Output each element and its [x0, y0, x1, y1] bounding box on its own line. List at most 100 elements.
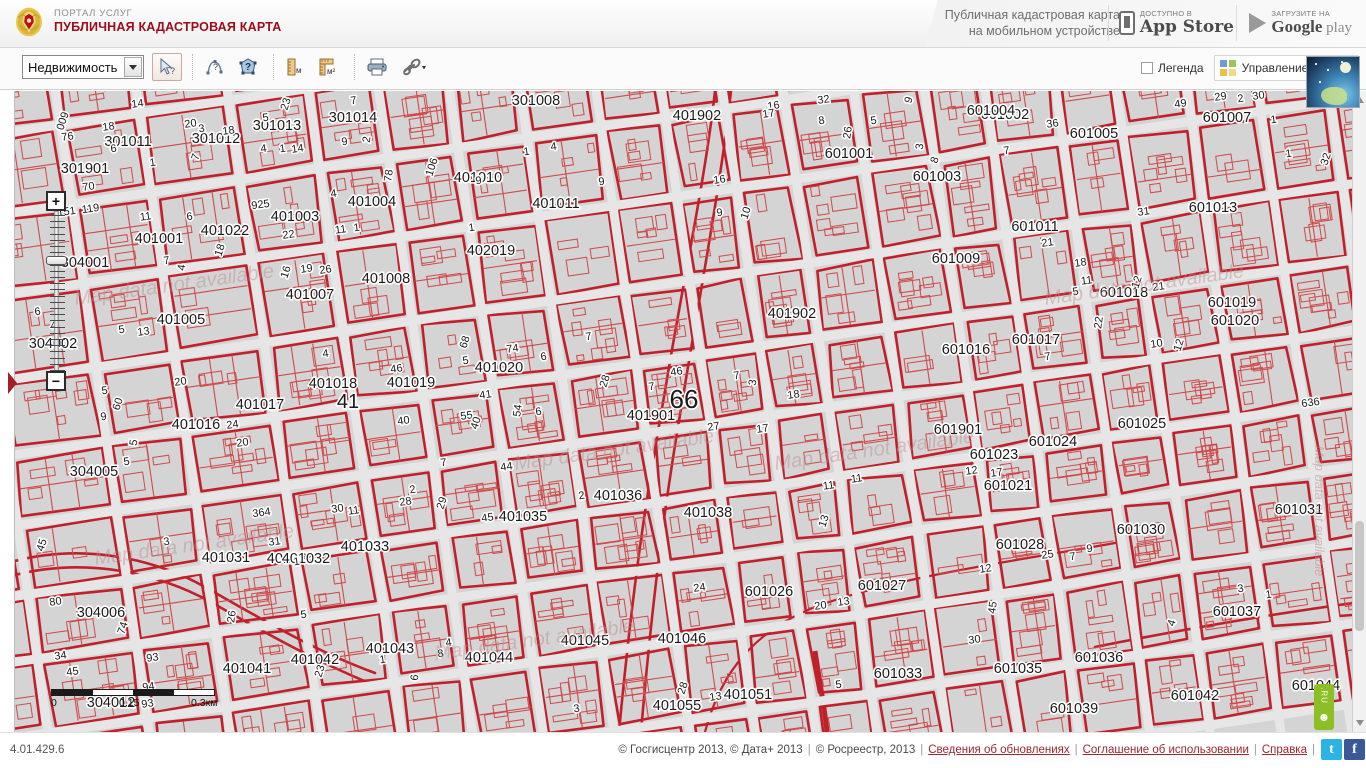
logo-block[interactable]: ПОРТАЛ УСЛУГ ПУБЛИЧНАЯ КАДАСТРОВАЯ КАРТА [12, 4, 281, 40]
polygon-query-tool-button[interactable]: ? [233, 53, 263, 81]
zoom-tick [50, 314, 65, 316]
cursor-question-icon: ? [160, 57, 175, 76]
panel-expand-arrow[interactable] [8, 372, 17, 394]
permalink-tool-button[interactable] [395, 53, 435, 81]
map-vertical-scrollbar[interactable] [1352, 91, 1366, 732]
promo-line-2: на мобильном устройстве [968, 24, 1120, 38]
svg-text:Map data not available: Map data not available [1312, 446, 1327, 577]
svg-text:45: 45 [986, 601, 1000, 615]
svg-text:76: 76 [61, 130, 75, 144]
legend-checkbox[interactable] [1140, 62, 1153, 74]
zoom-in-button[interactable]: + [46, 191, 66, 211]
svg-text:304006: 304006 [77, 605, 125, 621]
zoom-out-button[interactable]: − [46, 371, 66, 391]
link-help[interactable]: Справка [1262, 744, 1307, 756]
svg-text:93: 93 [146, 651, 160, 665]
svg-text:78: 78 [382, 169, 396, 183]
svg-text:364: 364 [252, 506, 272, 520]
svg-text:304005: 304005 [70, 464, 118, 480]
svg-text:74: 74 [506, 342, 520, 356]
basemap-thumbnail-button[interactable] [1306, 56, 1360, 108]
svg-text:17: 17 [990, 466, 1004, 480]
print-tool-button[interactable] [362, 53, 392, 81]
svg-text:16: 16 [713, 173, 727, 187]
svg-text:401001: 401001 [135, 231, 183, 247]
zoom-tick [50, 326, 65, 328]
link-agreement[interactable]: Соглашение об использовании [1083, 744, 1249, 756]
svg-text:19: 19 [300, 262, 314, 276]
appstore-badge[interactable]: Доступно в App Store [1107, 5, 1240, 41]
link-updates[interactable]: Сведения об обновлениях [928, 744, 1069, 756]
map-left-gutter [0, 91, 14, 732]
map-scalebar: 0 0.15 0.3км [51, 689, 225, 710]
copyright-text-2: © Росреестр, 2013 [815, 744, 916, 756]
copyright-bar: © Госгисцентр 2013, © Дата+ 2013 | © Росре… [618, 744, 1315, 756]
svg-text:401043: 401043 [366, 641, 414, 657]
svg-text:601035: 601035 [994, 661, 1042, 677]
brand-title: ПУБЛИЧНАЯ КАДАСТРОВАЯ КАРТА [54, 20, 282, 35]
svg-text:41: 41 [479, 388, 493, 402]
svg-text:401017: 401017 [236, 397, 284, 413]
svg-text:601004: 601004 [967, 103, 1015, 119]
svg-text:17: 17 [762, 107, 776, 121]
svg-text:21: 21 [1041, 236, 1055, 250]
brand-subtitle: ПОРТАЛ УСЛУГ [54, 8, 133, 20]
svg-text:?: ? [170, 66, 175, 76]
svg-text:22: 22 [282, 228, 296, 242]
svg-text:401902: 401902 [673, 108, 721, 124]
zoom-tick [50, 295, 65, 297]
zoom-tick [50, 246, 65, 247]
svg-text:31: 31 [1137, 205, 1151, 219]
polyline-query-tool-button[interactable]: ? [200, 53, 230, 81]
svg-text:44: 44 [500, 460, 514, 474]
link-icon [403, 58, 427, 76]
ru-flag-badge[interactable]: .RU ☻ [1314, 684, 1334, 730]
zoom-track[interactable] [50, 211, 65, 371]
measure-area-tool-button[interactable]: м² [314, 53, 344, 81]
chevron-down-icon[interactable] [124, 57, 143, 77]
svg-text:401020: 401020 [475, 360, 523, 376]
svg-text:66: 66 [670, 384, 699, 414]
select-info-tool-button[interactable]: ? [152, 53, 183, 81]
moon-icon [1340, 62, 1351, 73]
svg-text:301014: 301014 [329, 110, 377, 126]
svg-text:601037: 601037 [1213, 604, 1261, 620]
layer-select[interactable]: Недвижимость [22, 55, 145, 79]
scalebar-tick-1: 0.15 [119, 697, 140, 709]
svg-text:10: 10 [1150, 337, 1164, 351]
cadastral-map-canvas[interactable]: 301008 301008 401902 401902 601002 601002 6010… [14, 91, 1352, 732]
googleplay-badge[interactable]: ЗАГРУЗИТЕ НА Google play [1236, 5, 1358, 41]
facebook-icon[interactable]: f [1344, 739, 1365, 760]
svg-text:401041: 401041 [223, 661, 271, 677]
scrollbar-thumb[interactable] [1355, 521, 1364, 631]
svg-text:401902: 401902 [768, 306, 816, 322]
promo-line-1: Публичная кадастровая карта [944, 8, 1120, 22]
svg-text:401018: 401018 [309, 376, 357, 392]
ruler-meter-icon: м [287, 58, 302, 76]
svg-text:13: 13 [837, 595, 851, 609]
svg-text:401051: 401051 [724, 687, 772, 703]
svg-text:401005: 401005 [157, 312, 205, 328]
zoom-thumb[interactable] [46, 255, 67, 265]
svg-text:45: 45 [481, 511, 495, 525]
svg-text:20: 20 [814, 599, 828, 613]
twitter-icon[interactable]: t [1321, 739, 1342, 760]
measure-length-tool-button[interactable]: м [281, 53, 311, 81]
svg-text:24: 24 [226, 418, 240, 432]
svg-text:601016: 601016 [942, 342, 990, 358]
printer-icon [367, 58, 387, 76]
svg-text:11: 11 [822, 479, 835, 492]
svg-text:601027: 601027 [858, 578, 906, 594]
scroll-down-arrow-icon[interactable] [1356, 720, 1364, 726]
legend-toggle[interactable]: Легенда [1140, 61, 1204, 75]
globe-landmass [1321, 87, 1347, 105]
polygon-question-icon: ? [239, 58, 257, 75]
zoom-slider-control[interactable]: + − [44, 191, 70, 391]
zoom-tick [50, 215, 65, 216]
svg-text:18: 18 [1074, 256, 1088, 270]
svg-text:601001: 601001 [825, 146, 873, 162]
svg-text:601009: 601009 [932, 251, 980, 267]
svg-text:28: 28 [399, 495, 413, 509]
zoom-tick [50, 277, 65, 278]
svg-text:54: 54 [511, 404, 525, 418]
